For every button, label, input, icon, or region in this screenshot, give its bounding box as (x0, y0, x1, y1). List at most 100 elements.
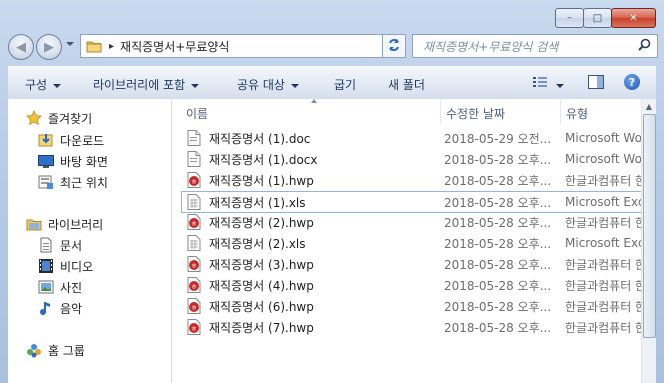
scrollbar-thumb[interactable] (643, 114, 656, 338)
xls-file-icon (187, 235, 201, 251)
file-row[interactable]: ㅎ 재직증명서 (1).hwp 2018-05-28 오후... 한글과컴퓨터 한 (182, 170, 646, 190)
nav-libraries[interactable]: 라이브러리 (26, 214, 103, 234)
hwp-file-icon: ㅎ (187, 172, 201, 188)
file-row[interactable]: ㅎ 재직증명서 (2).hwp 2018-05-28 오후... 한글과컴퓨터 한 (182, 212, 646, 232)
nav-favorites-label: 즐겨찾기 (48, 111, 93, 126)
new-folder-label: 새 폴더 (388, 78, 425, 92)
preview-pane-icon (588, 75, 604, 92)
nav-item-recent-places-label: 최근 위치 (60, 175, 108, 190)
include-in-library-menu[interactable]: 라이브러리에 포함 (93, 76, 200, 93)
back-button[interactable]: ◀ (8, 34, 34, 60)
file-date: 2018-05-29 오전... (444, 131, 552, 146)
file-row[interactable]: 재직증명서 (1).docx 2018-05-28 오후... Microsoft … (182, 149, 655, 169)
music-icon (38, 300, 54, 316)
forward-button[interactable]: ▶ (36, 34, 62, 60)
file-row[interactable]: ㅎ 재직증명서 (4).hwp 2018-05-28 오후... 한글과컴퓨터 한 (182, 275, 646, 295)
folder-icon (86, 40, 102, 53)
command-bar: 구성 라이브러리에 포함 공유 대상 굽기 새 폴더 ? (8, 66, 656, 100)
column-header-name[interactable]: 이름 (186, 105, 208, 122)
breadcrumb[interactable]: 재직증명서+무료양식 (120, 38, 229, 55)
hwp-file-icon: ㅎ (187, 256, 201, 272)
close-button[interactable]: ✕ (611, 8, 656, 28)
nav-item-music[interactable]: 음악 (38, 298, 82, 318)
file-date: 2018-05-28 오후... (444, 173, 552, 188)
file-name: 재직증명서 (3).hwp (209, 257, 314, 272)
file-row[interactable]: ㅎ 재직증명서 (7).hwp 2018-05-28 오후... 한글과컴퓨터 한 (182, 317, 646, 337)
hwp-file-icon: ㅎ (187, 277, 201, 293)
svg-text:ㅎ: ㅎ (191, 304, 197, 312)
svg-text:ㅎ: ㅎ (191, 283, 197, 291)
file-date: 2018-05-28 오후... (444, 195, 552, 210)
help-button[interactable]: ? (624, 74, 640, 90)
nav-item-pictures[interactable]: 사진 (38, 277, 82, 297)
scroll-up-icon[interactable]: ▲ (642, 99, 656, 113)
refresh-button[interactable] (382, 34, 406, 58)
nav-item-videos[interactable]: 비디오 (38, 256, 93, 276)
nav-libraries-label: 라이브러리 (48, 217, 104, 232)
new-folder-button[interactable]: 새 폴더 (388, 76, 425, 93)
xls-file-icon (187, 194, 201, 210)
organize-menu[interactable]: 구성 (25, 76, 62, 93)
nav-item-documents[interactable]: 문서 (38, 235, 82, 255)
nav-homegroup[interactable]: 홈 그룹 (26, 340, 85, 360)
search-box[interactable]: 재직증명서+무료양식 검색 (412, 34, 658, 58)
explorer-content: 즐겨찾기 다운로드 바탕 화면 최근 위치 라이브러리 문서 비디오 사진 음악… (8, 99, 656, 383)
column-divider[interactable] (440, 99, 441, 124)
pictures-icon (38, 279, 54, 295)
nav-favorites[interactable]: 즐겨찾기 (26, 108, 92, 128)
window-controls: – □ ✕ (555, 8, 656, 28)
column-header-bar: 이름 수정한 날짜 유형 (172, 99, 656, 124)
history-dropdown-icon[interactable] (66, 42, 74, 46)
column-header-type[interactable]: 유형 (566, 105, 588, 122)
nav-homegroup-label: 홈 그룹 (48, 343, 85, 358)
preview-pane-button[interactable] (588, 75, 604, 92)
burn-button[interactable]: 굽기 (334, 76, 356, 93)
svg-text:ㅎ: ㅎ (191, 325, 197, 333)
refresh-icon (387, 38, 401, 55)
vertical-scrollbar[interactable]: ▲ (641, 99, 656, 383)
organize-label: 구성 (25, 78, 48, 92)
homegroup-icon (26, 342, 42, 358)
share-with-menu[interactable]: 공유 대상 (237, 76, 299, 93)
search-icon[interactable] (638, 38, 651, 54)
address-bar[interactable]: ▸ 재직증명서+무료양식 (80, 34, 382, 58)
nav-item-documents-label: 문서 (60, 238, 83, 253)
chevron-down-icon (290, 83, 299, 88)
file-date: 2018-05-28 오후... (444, 215, 552, 230)
file-name: 재직증명서 (1).xls (209, 195, 306, 210)
file-row[interactable]: 재직증명서 (2).xls 2018-05-28 오후... Microsoft E… (182, 233, 655, 253)
search-input[interactable]: 재직증명서+무료양식 검색 (423, 38, 638, 55)
nav-item-recent-places[interactable]: 최근 위치 (38, 172, 108, 192)
videos-icon (38, 258, 54, 274)
file-name: 재직증명서 (4).hwp (209, 278, 314, 293)
nav-item-music-label: 음악 (60, 301, 83, 316)
navigation-bar: ◀ ▶ ▸ 재직증명서+무료양식 재직증명서+무료양식 검색 (8, 33, 658, 60)
file-row[interactable]: 재직증명서 (1).xls 2018-05-28 오후... Microsoft E… (181, 191, 655, 213)
forward-arrow-icon: ▶ (44, 39, 54, 55)
maximize-button[interactable]: □ (583, 8, 612, 28)
file-name: 재직증명서 (1).docx (209, 152, 318, 167)
file-date: 2018-05-28 오후... (444, 299, 552, 314)
nav-item-downloads-label: 다운로드 (60, 133, 105, 148)
chevron-down-icon (53, 83, 62, 88)
back-arrow-icon: ◀ (16, 39, 26, 55)
hwp-file-icon: ㅎ (187, 298, 201, 314)
breadcrumb-arrow-icon[interactable]: ▸ (109, 41, 114, 52)
file-row[interactable]: ㅎ 재직증명서 (6).hwp 2018-05-28 오후... 한글과컴퓨터 한 (182, 296, 646, 316)
desktop-icon (38, 153, 54, 169)
close-label: ✕ (629, 12, 638, 24)
nav-item-downloads[interactable]: 다운로드 (38, 130, 104, 150)
view-options-icon (532, 77, 552, 92)
column-divider[interactable] (560, 99, 561, 124)
nav-item-desktop[interactable]: 바탕 화면 (38, 151, 108, 171)
nav-item-pictures-label: 사진 (60, 280, 83, 295)
svg-text:ㅎ: ㅎ (191, 220, 197, 228)
view-options-button[interactable] (532, 75, 564, 92)
minimize-button[interactable]: – (555, 8, 584, 28)
file-row[interactable]: ㅎ 재직증명서 (3).hwp 2018-05-28 오후... 한글과컴퓨터 한 (182, 254, 646, 274)
file-row[interactable]: 재직증명서 (1).doc 2018-05-29 오전... Microsoft W… (182, 128, 655, 148)
svg-text:ㅎ: ㅎ (191, 262, 197, 270)
doc-file-icon (187, 130, 201, 146)
column-header-date[interactable]: 수정한 날짜 (446, 105, 505, 122)
file-name: 재직증명서 (1).doc (209, 131, 311, 146)
